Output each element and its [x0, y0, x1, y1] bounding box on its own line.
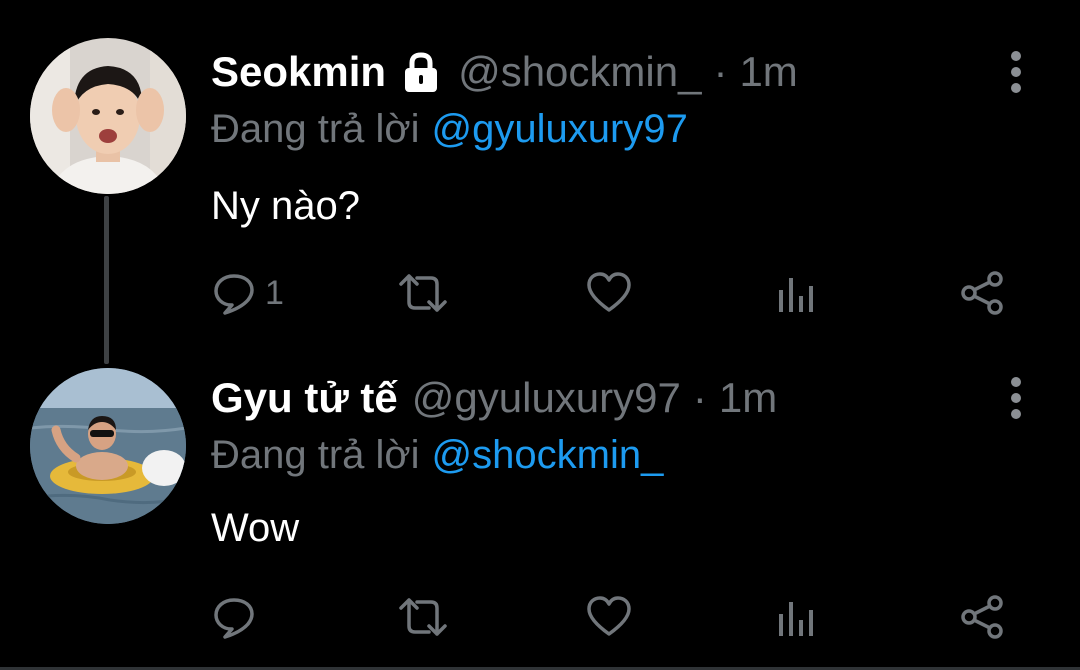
display-name[interactable]: Gyu tử tế — [211, 374, 398, 422]
reply-button[interactable]: 1 — [211, 268, 284, 318]
reply-count: 1 — [265, 273, 284, 312]
reply-mention[interactable]: @shockmin_ — [432, 433, 664, 478]
display-name[interactable]: Seokmin — [211, 48, 386, 96]
action-bar: 1 — [211, 268, 1031, 318]
tweet-text: Wow — [211, 506, 300, 550]
avatar-image — [30, 368, 186, 524]
retweet-icon — [399, 598, 447, 636]
handle[interactable]: @gyuluxury97 — [412, 374, 681, 422]
tweet-1[interactable]: Seokmin @shockmin_ · 1m Đang trả lời @gy… — [0, 0, 1080, 350]
avatar[interactable] — [30, 368, 186, 524]
reply-button[interactable] — [211, 592, 265, 642]
avatar-image — [30, 38, 186, 194]
handle[interactable]: @shockmin_ — [458, 48, 701, 96]
thread-line — [104, 196, 109, 364]
tweet-2[interactable]: Gyu tử tế @gyuluxury97 · 1m Đang trả lời… — [0, 350, 1080, 667]
tweet-header: Gyu tử tế @gyuluxury97 · 1m — [211, 372, 777, 424]
more-vertical-icon[interactable] — [1000, 374, 1032, 422]
reply-prefix: Đang trả lời — [211, 432, 420, 477]
analytics-button[interactable] — [777, 592, 817, 642]
reply-prefix: Đang trả lời — [211, 106, 420, 151]
reply-context: Đang trả lời @gyuluxury97 — [211, 104, 688, 154]
retweet-button[interactable] — [397, 268, 449, 318]
analytics-button[interactable] — [777, 268, 817, 318]
timestamp[interactable]: 1m — [719, 374, 777, 422]
share-button[interactable] — [959, 592, 1005, 642]
heart-icon — [587, 596, 631, 636]
reply-mention[interactable]: @gyuluxury97 — [432, 107, 688, 152]
heart-icon — [587, 272, 631, 312]
like-button[interactable] — [585, 592, 633, 642]
separator-dot: · — [692, 374, 707, 421]
reply-icon — [214, 274, 254, 315]
retweet-icon — [399, 274, 447, 312]
reply-icon — [214, 598, 254, 639]
lock-icon — [398, 49, 444, 95]
analytics-icon — [779, 278, 813, 312]
tweet-text: Ny nào? — [211, 184, 360, 228]
tweet-header: Seokmin @shockmin_ · 1m — [211, 46, 798, 98]
share-icon — [961, 595, 1003, 639]
action-bar — [211, 592, 1031, 642]
share-icon — [961, 271, 1003, 315]
avatar[interactable] — [30, 38, 186, 194]
analytics-icon — [779, 602, 813, 636]
retweet-button[interactable] — [397, 592, 449, 642]
timestamp[interactable]: 1m — [739, 48, 797, 96]
like-button[interactable] — [585, 268, 633, 318]
reply-context: Đang trả lời @shockmin_ — [211, 430, 663, 480]
more-vertical-icon[interactable] — [1000, 48, 1032, 96]
share-button[interactable] — [959, 268, 1005, 318]
separator-dot: · — [713, 48, 728, 95]
